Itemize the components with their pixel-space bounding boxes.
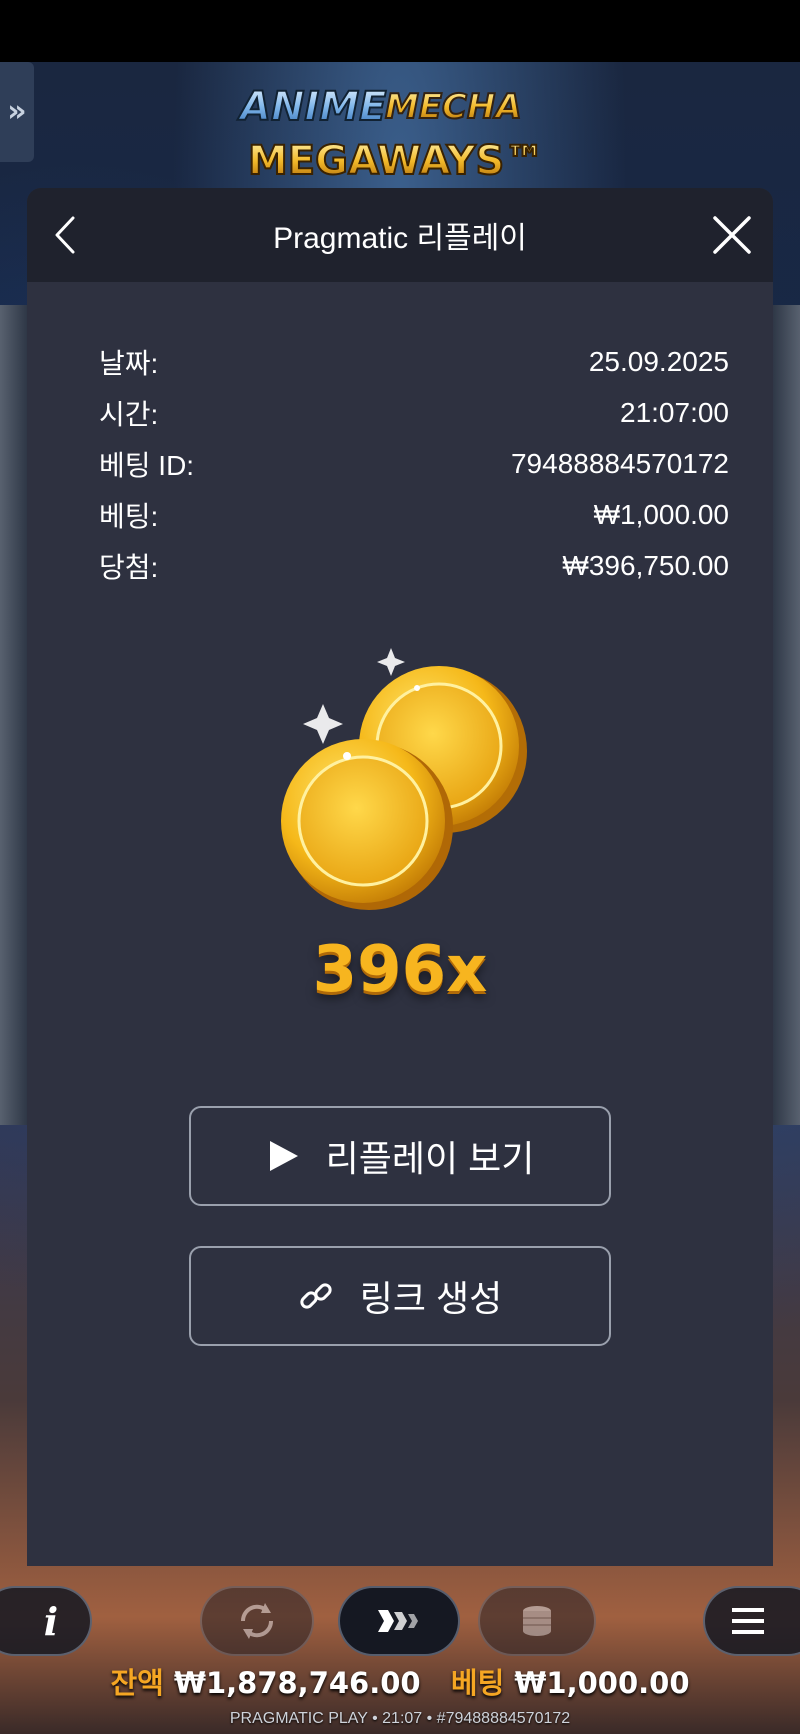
time-label: 시간: — [99, 398, 159, 430]
balance-value: ₩1,878,746.00 — [173, 1666, 421, 1700]
game-logo: ANIME MECHA MEGAWAYS™ — [236, 83, 545, 185]
info-row-bet-id: 베팅 ID: 79488884570172 — [99, 438, 729, 489]
win-multiplier: 396x — [312, 933, 488, 1007]
gold-coins-icon — [281, 648, 527, 910]
watch-replay-label: 리플레이 보기 — [325, 1138, 535, 1179]
logo-anime: ANIME — [237, 84, 386, 130]
replay-modal: Pragmatic 리플레이 날짜: 25.09.2025 시간: 21:07:… — [27, 188, 773, 1566]
play-icon — [266, 1139, 300, 1173]
autoplay-button[interactable] — [200, 1586, 314, 1656]
reel-frame-right — [770, 305, 800, 1125]
menu-button[interactable] — [703, 1586, 800, 1656]
bet-id-value: 79488884570172 — [510, 447, 729, 479]
turbo-button[interactable] — [338, 1586, 460, 1656]
bet-label: 베팅: — [99, 500, 159, 532]
turbo-icon — [378, 1610, 418, 1632]
create-link-button[interactable]: 링크 생성 — [189, 1246, 611, 1346]
chevrons-right-icon: » — [7, 94, 27, 129]
bet-total-value: ₩1,000.00 — [514, 1666, 690, 1700]
logo-mecha: MECHA — [385, 87, 522, 127]
coin-stack-icon — [523, 1606, 551, 1636]
reel-frame-left — [0, 305, 30, 1125]
info-button[interactable]: i — [0, 1586, 92, 1656]
bet-value: ₩1,000.00 — [593, 498, 729, 530]
time-value: 21:07:00 — [620, 396, 729, 428]
modal-header: Pragmatic 리플레이 — [27, 188, 773, 282]
info-row-win: 당첨: ₩396,750.00 — [99, 540, 729, 591]
close-icon[interactable] — [705, 208, 759, 262]
info-row-time: 시간: 21:07:00 — [99, 387, 729, 438]
link-icon — [298, 1278, 334, 1314]
logo-megaways: MEGAWAYS™ — [248, 138, 544, 184]
bet-info-table: 날짜: 25.09.2025 시간: 21:07:00 베팅 ID: 79488… — [99, 336, 729, 591]
modal-title: Pragmatic 리플레이 — [273, 222, 527, 255]
date-label: 날짜: — [99, 347, 159, 379]
balance-bet-line: 잔액 ₩1,878,746.00 베팅 ₩1,000.00 — [0, 1660, 800, 1702]
side-panel-toggle[interactable]: » — [0, 62, 34, 162]
balance-label: 잔액 — [110, 1666, 164, 1700]
bet-amount-button[interactable] — [478, 1586, 596, 1656]
info-row-bet: 베팅: ₩1,000.00 — [99, 489, 729, 540]
date-value: 25.09.2025 — [588, 345, 729, 377]
watch-replay-button[interactable]: 리플레이 보기 — [189, 1106, 611, 1206]
info-row-date: 날짜: 25.09.2025 — [99, 336, 729, 387]
hamburger-menu-icon — [732, 1608, 764, 1634]
footer-info: PRAGMATIC PLAY • 21:07 • #79488884570172 — [229, 1710, 571, 1727]
win-label: 당첨: — [99, 551, 159, 583]
win-value: ₩396,750.00 — [562, 549, 729, 581]
autoplay-icon — [240, 1603, 274, 1639]
create-link-label: 링크 생성 — [359, 1278, 503, 1319]
bet-id-label: 베팅 ID: — [99, 449, 195, 481]
info-icon: i — [43, 1598, 59, 1644]
chevron-left-icon[interactable] — [41, 208, 95, 262]
bet-total-label: 베팅 — [450, 1666, 505, 1700]
